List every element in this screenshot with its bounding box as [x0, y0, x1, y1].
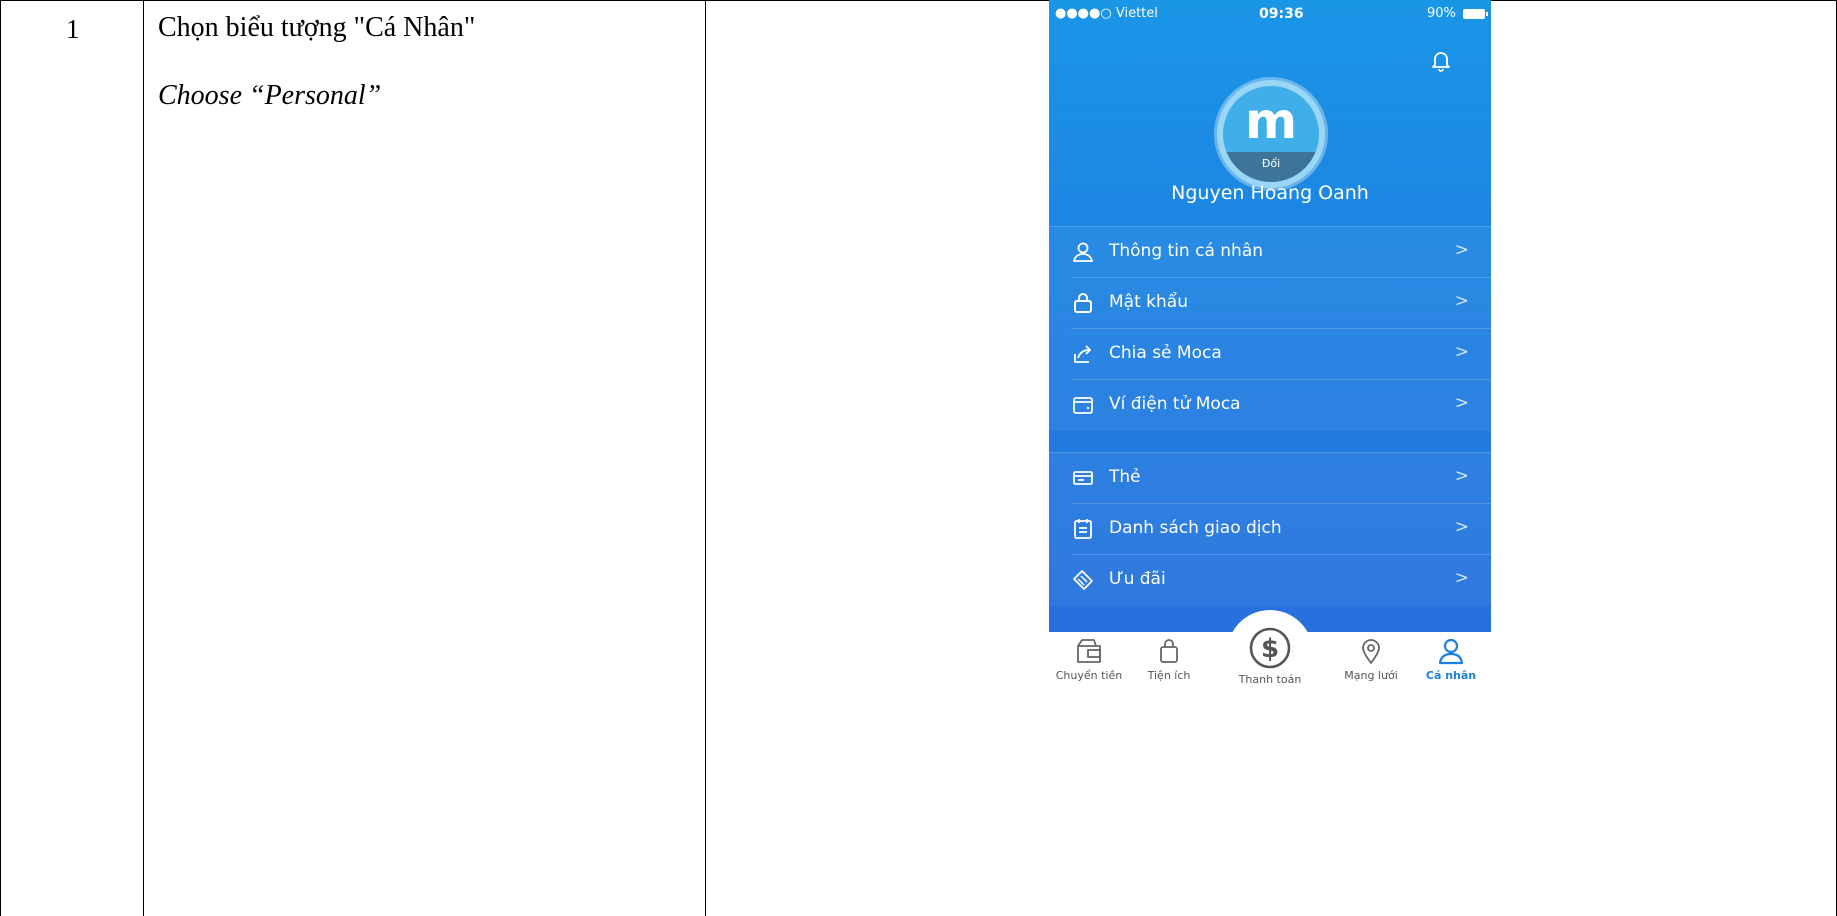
column-divider-2	[705, 0, 706, 916]
status-bar: ●●●●○ Viettel 09:36 90%	[1055, 6, 1488, 24]
user-icon	[1073, 242, 1093, 262]
step-description-en: Choose “Personal”	[158, 80, 382, 111]
menu-group-payments: Thẻ > Danh sách giao dịch > Ưu đãi >	[1049, 452, 1491, 606]
menu-item-label: Mật khẩu	[1109, 292, 1188, 312]
tab-network[interactable]: Mạng lưới	[1331, 636, 1411, 682]
battery-icon	[1463, 8, 1488, 19]
menu-group-account: Thông tin cá nhân > Mật khẩu > Chia sẻ M…	[1049, 226, 1491, 431]
tab-label: Thanh toán	[1238, 673, 1302, 686]
menu-item-card[interactable]: Thẻ >	[1071, 453, 1491, 504]
chevron-right-icon: >	[1454, 393, 1469, 413]
menu-item-label: Chia sẻ Moca	[1109, 343, 1222, 363]
chevron-right-icon: >	[1454, 517, 1469, 537]
menu-item-password[interactable]: Mật khẩu >	[1071, 278, 1491, 329]
profile-header: ●●●●○ Viettel 09:36 90% m Đổi Nguyen Hoa…	[1049, 0, 1491, 632]
user-name: Nguyen Hoang Oanh	[1171, 182, 1369, 204]
chevron-right-icon: >	[1454, 466, 1469, 486]
menu-item-personal-info[interactable]: Thông tin cá nhân >	[1071, 227, 1491, 278]
menu-item-transactions[interactable]: Danh sách giao dịch >	[1071, 504, 1491, 555]
step-description-vi: Chọn biểu tượng "Cá Nhân"	[158, 12, 476, 43]
menu-item-label: Ưu đãi	[1109, 569, 1166, 589]
card-icon	[1073, 471, 1093, 485]
tab-label: Cá nhân	[1425, 669, 1477, 682]
list-icon	[1074, 519, 1092, 539]
instruction-table: 1 Chọn biểu tượng "Cá Nhân" Choose “Pers…	[0, 0, 1837, 916]
clock-label: 09:36	[1259, 6, 1304, 22]
person-icon	[1438, 638, 1464, 665]
carrier-label: ●●●●○ Viettel	[1055, 6, 1158, 21]
share-icon	[1074, 345, 1091, 363]
tab-label: Tiện ích	[1147, 669, 1191, 682]
phone-screenshot: ●●●●○ Viettel 09:36 90% m Đổi Nguyen Hoa…	[1049, 0, 1491, 695]
battery-percent: 90%	[1426, 6, 1456, 21]
tab-utilities[interactable]: Tiện ích	[1129, 636, 1209, 682]
table-left-border	[0, 0, 1, 916]
menu-item-offers[interactable]: Ưu đãi >	[1071, 555, 1491, 606]
location-icon	[1362, 639, 1380, 665]
tab-label: Chuyển tiền	[1055, 669, 1123, 682]
transfer-icon	[1077, 639, 1101, 663]
tab-transfer[interactable]: Chuyển tiền	[1049, 636, 1129, 682]
chevron-right-icon: >	[1454, 342, 1469, 362]
avatar-letter: m	[1244, 92, 1298, 150]
column-divider-1	[143, 0, 144, 916]
bag-icon	[1160, 639, 1178, 663]
svg-text:$: $	[1261, 634, 1279, 664]
bottom-tab-bar: Chuyển tiền Tiện ích $ Thanh toán Mạng l…	[1049, 610, 1491, 695]
menu-item-label: Thẻ	[1109, 467, 1141, 487]
lock-icon	[1074, 293, 1092, 313]
change-avatar-label[interactable]: Đổi	[1223, 152, 1319, 182]
tab-personal[interactable]: Cá nhân	[1411, 636, 1491, 682]
menu-item-label: Danh sách giao dịch	[1109, 518, 1282, 538]
menu-item-label: Ví điện tử Moca	[1109, 394, 1241, 414]
dollar-icon: $	[1249, 627, 1291, 669]
tab-label: Mạng lưới	[1344, 669, 1398, 682]
battery-indicator: 90%	[1426, 6, 1488, 21]
step-number: 1	[66, 14, 80, 44]
chevron-right-icon: >	[1454, 568, 1469, 588]
avatar[interactable]: m Đổi	[1217, 80, 1325, 188]
tab-payment[interactable]: $ Thanh toán	[1230, 626, 1310, 686]
menu-item-share-moca[interactable]: Chia sẻ Moca >	[1071, 329, 1491, 380]
chevron-right-icon: >	[1454, 291, 1469, 311]
tag-icon	[1073, 570, 1093, 590]
menu-item-e-wallet[interactable]: Ví điện tử Moca >	[1071, 380, 1491, 431]
menu-item-label: Thông tin cá nhân	[1109, 241, 1264, 261]
wallet-icon	[1073, 397, 1093, 414]
table-top-border	[0, 0, 1837, 1]
chevron-right-icon: >	[1454, 240, 1469, 260]
bell-icon[interactable]	[1429, 48, 1453, 72]
